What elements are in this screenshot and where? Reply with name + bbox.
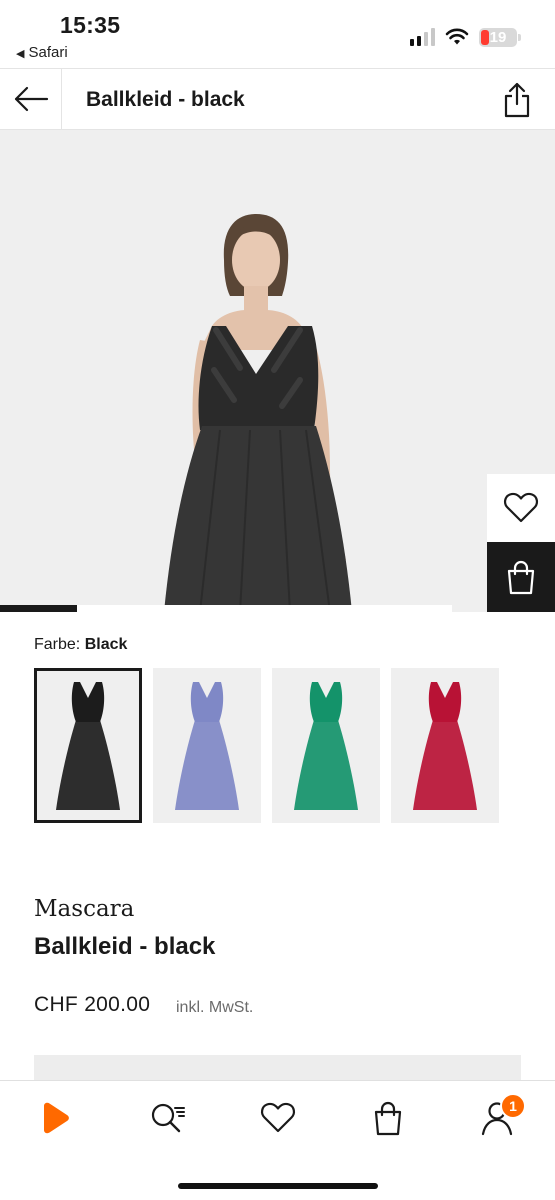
tab-search[interactable]: [142, 1095, 192, 1141]
product-name: Ballkleid - black: [34, 933, 216, 960]
dress-thumbnail: [56, 681, 120, 810]
shopping-bag-icon: [507, 560, 535, 595]
back-triangle-icon: ◀: [16, 48, 25, 60]
tab-bag[interactable]: [363, 1095, 413, 1141]
account-badge: 1: [500, 1093, 526, 1119]
add-to-bag-button[interactable]: [487, 542, 555, 612]
battery-level: 19: [489, 28, 507, 46]
selected-color: Black: [84, 636, 128, 653]
status-time: 15:35: [60, 12, 121, 38]
color-label-prefix: Farbe:: [34, 636, 81, 653]
color-swatch-lavender[interactable]: [153, 668, 261, 823]
product-image-carousel[interactable]: [0, 130, 555, 612]
battery-icon: 19: [479, 27, 521, 47]
product-photo: [0, 130, 555, 612]
status-bar: 15:35 ◀ Safari 19: [0, 0, 555, 68]
header-title: Ballkleid - black: [86, 88, 245, 111]
color-swatch-red[interactable]: [391, 668, 499, 823]
tab-home[interactable]: [30, 1095, 80, 1141]
color-swatch-green[interactable]: [272, 668, 380, 823]
dress-thumbnail: [413, 681, 477, 810]
status-icons: 19: [410, 26, 521, 48]
dress-thumbnail: [175, 681, 239, 810]
color-swatch-black[interactable]: [34, 668, 142, 823]
back-button[interactable]: [0, 69, 62, 129]
product-price: CHF 200.00: [34, 993, 151, 1016]
wishlist-icon: [260, 1102, 296, 1133]
back-to-safari[interactable]: ◀ Safari: [16, 44, 68, 61]
tax-note: inkl. MwSt.: [176, 999, 254, 1016]
tab-wishlist[interactable]: [253, 1095, 303, 1141]
dress-thumbnail: [294, 681, 358, 810]
signal-icon: [410, 28, 435, 46]
share-icon: [504, 82, 530, 118]
bottom-tab-bar: 1: [0, 1080, 555, 1200]
back-app-label: Safari: [28, 44, 68, 61]
arrow-left-icon: [14, 86, 48, 112]
home-indicator: [178, 1183, 378, 1189]
wishlist-button[interactable]: [487, 474, 555, 542]
carousel-pager: [0, 605, 452, 612]
color-swatches: [34, 668, 499, 823]
heart-icon: [503, 492, 539, 523]
tab-account[interactable]: 1: [472, 1093, 526, 1141]
bag-icon: [374, 1101, 402, 1136]
wifi-icon: [445, 28, 469, 45]
home-icon: [44, 1102, 69, 1134]
product-brand[interactable]: Mascara: [34, 896, 134, 922]
share-button[interactable]: [499, 80, 535, 120]
product-header: Ballkleid - black: [0, 68, 555, 130]
search-icon: [151, 1103, 185, 1133]
color-label: Farbe: Black: [34, 636, 127, 654]
pager-active-segment: [0, 605, 77, 612]
